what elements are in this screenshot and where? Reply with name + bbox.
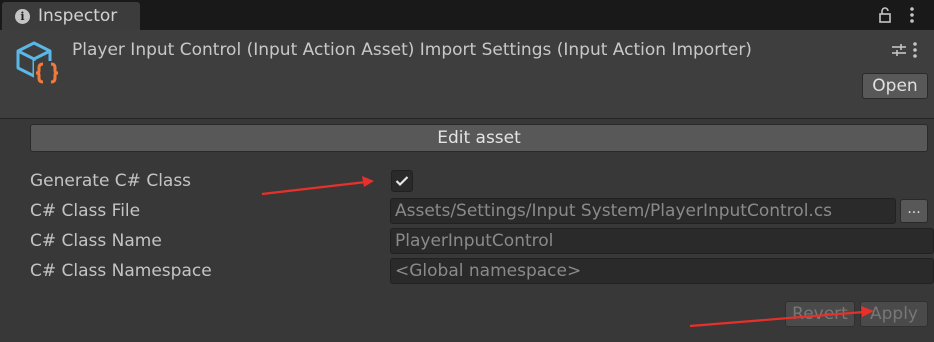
inspector-header: Player Input Control (Input Action Asset… [0,30,934,119]
tab-bar: i Inspector [0,0,934,30]
browse-button[interactable]: ... [900,199,928,223]
lock-icon[interactable] [878,7,892,23]
generate-class-checkbox[interactable] [391,170,413,192]
tab-inspector[interactable]: i Inspector [2,2,140,30]
class-name-field[interactable]: PlayerInputControl [390,228,934,254]
generate-class-label: Generate C# Class [30,171,192,191]
class-name-label: C# Class Name [30,231,162,251]
revert-button[interactable]: Revert [785,301,855,327]
class-file-field[interactable]: Assets/Settings/Input System/PlayerInput… [390,198,896,224]
preset-settings-icon[interactable] [891,42,907,58]
tab-label: Inspector [38,6,118,26]
apply-button[interactable]: Apply [860,301,928,327]
input-action-asset-icon [16,41,60,85]
kebab-menu-icon[interactable] [909,6,915,24]
checkmark-icon [395,176,409,187]
open-button[interactable]: Open [862,73,928,99]
class-file-label: C# Class File [30,201,141,221]
kebab-menu-icon[interactable] [912,41,918,59]
class-namespace-label: C# Class Namespace [30,261,212,281]
edit-asset-button[interactable]: Edit asset [30,124,928,152]
class-namespace-field[interactable]: <Global namespace> [390,258,934,284]
annotation-arrow [261,176,374,196]
page-title: Player Input Control (Input Action Asset… [72,40,752,60]
info-icon: i [15,8,30,24]
